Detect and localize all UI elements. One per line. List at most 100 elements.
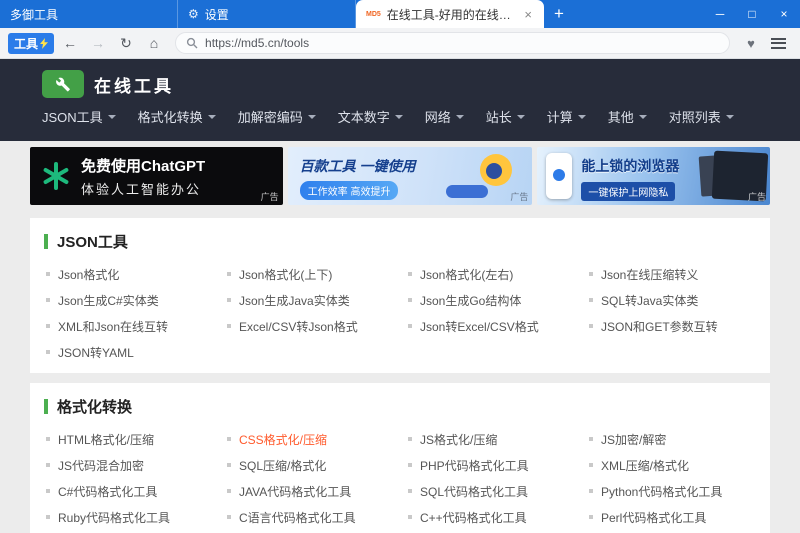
nav-menu-item[interactable]: JSON工具	[42, 107, 116, 126]
ad-banner-browser[interactable]: 能上锁的浏览器 一键保护上网隐私 广告	[537, 147, 770, 205]
tool-link[interactable]: HTML格式化/压缩	[38, 429, 219, 449]
new-tab-button[interactable]: +	[544, 0, 574, 28]
bullet-icon	[408, 515, 412, 519]
tool-link-label: Python代码格式化工具	[601, 483, 722, 500]
nav-menu-item[interactable]: 加解密编码	[238, 107, 316, 126]
nav-menu-item[interactable]: 计算	[547, 107, 586, 126]
tool-link-label: Json在线压缩转义	[601, 266, 698, 283]
tool-link[interactable]: JSON转YAML	[38, 342, 219, 362]
menu-icon[interactable]	[771, 38, 786, 49]
tool-link[interactable]: JS代码混合加密	[38, 455, 219, 475]
bullet-icon	[408, 463, 412, 467]
site-nav: JSON工具 格式化转换 加解密编码 文本数字 网络	[42, 107, 758, 126]
illustration-desk	[446, 185, 488, 198]
tool-link[interactable]: Json格式化(上下)	[219, 264, 400, 284]
nav-menu-item[interactable]: 对照列表	[669, 107, 734, 126]
tab-settings[interactable]: ⚙ 设置	[178, 0, 356, 28]
site-logo[interactable]	[42, 70, 84, 98]
bullet-icon	[589, 324, 593, 328]
tool-link-label: Excel/CSV转Json格式	[239, 318, 358, 335]
caret-down-icon	[456, 115, 464, 119]
caret-down-icon	[517, 115, 525, 119]
maximize-button[interactable]: □	[736, 0, 768, 28]
tool-link[interactable]: Json生成C#实体类	[38, 290, 219, 310]
tab-tools[interactable]: 多御工具	[0, 0, 178, 28]
tool-link[interactable]: Json转Excel/CSV格式	[400, 316, 581, 336]
nav-menu-item[interactable]: 文本数字	[338, 107, 403, 126]
bullet-icon	[589, 437, 593, 441]
caret-down-icon	[395, 115, 403, 119]
favorites-heart-icon[interactable]: ♥	[739, 36, 763, 51]
tools-badge-button[interactable]: 工具	[8, 33, 54, 54]
nav-menu-label: 网络	[425, 107, 451, 126]
tool-link[interactable]: JS格式化/压缩	[400, 429, 581, 449]
tool-link[interactable]: JS加密/解密	[581, 429, 762, 449]
tool-link[interactable]: SQL转Java实体类	[581, 290, 762, 310]
forward-icon[interactable]: →	[86, 35, 110, 51]
tool-link-label: HTML格式化/压缩	[58, 431, 154, 448]
tool-link[interactable]: Perl代码格式化工具	[581, 507, 762, 527]
tool-link[interactable]: CSS格式化/压缩	[219, 429, 400, 449]
tool-link[interactable]: Python代码格式化工具	[581, 481, 762, 501]
address-bar[interactable]: https://md5.cn/tools	[175, 32, 730, 54]
bullet-icon	[589, 463, 593, 467]
minimize-button[interactable]: ─	[704, 0, 736, 28]
back-icon[interactable]: ←	[58, 35, 82, 51]
ad-tag: 广告	[510, 190, 528, 203]
tool-link[interactable]: Json格式化(左右)	[400, 264, 581, 284]
tool-link[interactable]: C++代码格式化工具	[400, 507, 581, 527]
bullet-icon	[408, 437, 412, 441]
ad-text: 能上锁的浏览器 一键保护上网隐私	[581, 156, 679, 201]
tool-link-label: SQL压缩/格式化	[239, 457, 326, 474]
bullet-icon	[408, 272, 412, 276]
bullet-icon	[227, 272, 231, 276]
bullet-icon	[227, 489, 231, 493]
refresh-icon[interactable]: ↻	[114, 35, 138, 52]
tool-link[interactable]: Json生成Java实体类	[219, 290, 400, 310]
close-tab-icon[interactable]: ×	[522, 7, 534, 22]
tool-link[interactable]: C语言代码格式化工具	[219, 507, 400, 527]
tool-link-label: JAVA代码格式化工具	[239, 483, 351, 500]
tool-link[interactable]: C#代码格式化工具	[38, 481, 219, 501]
nav-menu-label: 站长	[486, 107, 512, 126]
nav-menu-item[interactable]: 格式化转换	[138, 107, 216, 126]
bullet-icon	[589, 298, 593, 302]
section-json-tools: JSON工具 Json格式化 Json格式化(上下) Json格式化(左右)	[30, 218, 770, 373]
tool-link[interactable]: Ruby代码格式化工具	[38, 507, 219, 527]
nav-menu-label: 计算	[547, 107, 573, 126]
ad-banner-tools[interactable]: 百款工具 一键使用 工作效率 高效提升 广告	[288, 147, 533, 205]
tool-link[interactable]: PHP代码格式化工具	[400, 455, 581, 475]
tool-link[interactable]: Json在线压缩转义	[581, 264, 762, 284]
tool-link[interactable]: Json生成Go结构体	[400, 290, 581, 310]
tool-link[interactable]: XML压缩/格式化	[581, 455, 762, 475]
tool-link[interactable]: Json格式化	[38, 264, 219, 284]
phone-graphic	[546, 153, 572, 199]
tool-link[interactable]: XML和Json在线互转	[38, 316, 219, 336]
close-window-button[interactable]: ×	[768, 0, 800, 28]
ad-tag: 广告	[261, 190, 279, 203]
tab-online-tools[interactable]: MD5 在线工具-好用的在线工具都... ×	[356, 0, 544, 28]
tool-link[interactable]: SQL代码格式化工具	[400, 481, 581, 501]
nav-menu-item[interactable]: 站长	[486, 107, 525, 126]
nav-menu-item[interactable]: 网络	[425, 107, 464, 126]
browser-toolbar: 工具 ← → ↻ ⌂ https://md5.cn/tools ♥	[0, 28, 800, 59]
nav-menu-label: 其他	[608, 107, 634, 126]
tool-link-label: JS代码混合加密	[58, 457, 144, 474]
tool-link-label: Json生成Go结构体	[420, 292, 521, 309]
ad-headline: 能上锁的浏览器	[581, 156, 679, 176]
caret-down-icon	[108, 115, 116, 119]
caret-down-icon	[578, 115, 586, 119]
tool-link[interactable]: JAVA代码格式化工具	[219, 481, 400, 501]
nav-menu-item[interactable]: 其他	[608, 107, 647, 126]
bullet-icon	[408, 324, 412, 328]
home-icon[interactable]: ⌂	[142, 35, 166, 51]
tool-link[interactable]: JSON和GET参数互转	[581, 316, 762, 336]
page-content: JSON工具 Json格式化 Json格式化(上下) Json格式化(左右)	[0, 211, 800, 533]
tool-link[interactable]: Excel/CSV转Json格式	[219, 316, 400, 336]
title-accent-bar	[44, 399, 48, 414]
bullet-icon	[227, 437, 231, 441]
bullet-icon	[46, 489, 50, 493]
bullet-icon	[46, 324, 50, 328]
tool-link[interactable]: SQL压缩/格式化	[219, 455, 400, 475]
ad-banner-chatgpt[interactable]: 免费使用ChatGPT 体验人工智能办公 广告	[30, 147, 283, 205]
